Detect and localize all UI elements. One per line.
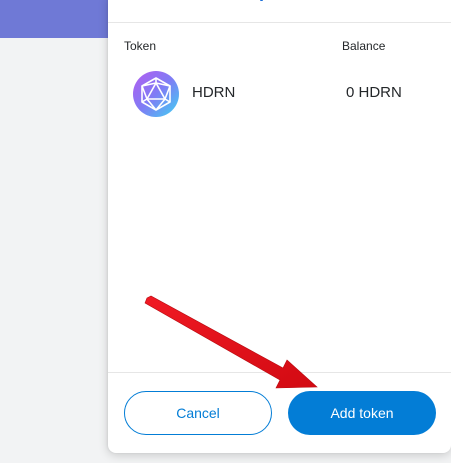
token-column-header: Token [124, 39, 157, 53]
token-name: HDRN [192, 84, 236, 101]
add-token-button[interactable]: Add token [288, 391, 436, 435]
add-token-dialog: Token Balance HDRN 0 HDRN Cancel Add tok… [108, 0, 451, 453]
cut-off-link-fragment [260, 0, 263, 1]
footer-divider [108, 372, 451, 373]
token-balance: 0 HDRN [346, 84, 402, 101]
balance-column-header: Balance [342, 39, 386, 53]
cancel-button[interactable]: Cancel [124, 391, 272, 435]
token-row: HDRN 0 HDRN [132, 70, 432, 118]
hdrn-token-icon [132, 70, 180, 118]
dialog-top-strip [108, 0, 451, 23]
